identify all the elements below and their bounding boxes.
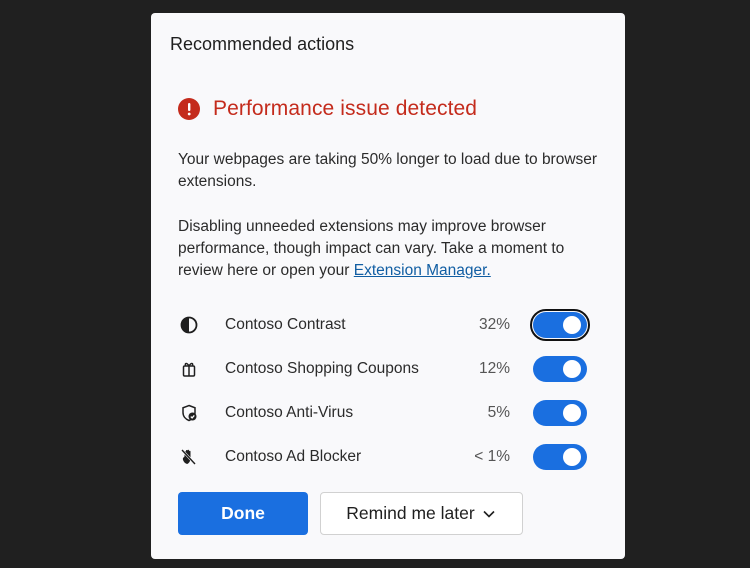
extension-impact: 32% xyxy=(478,316,510,333)
extension-toggle[interactable] xyxy=(533,356,587,382)
toggle-knob xyxy=(563,360,581,378)
toggle-knob xyxy=(563,316,581,334)
extension-toggle[interactable] xyxy=(533,400,587,426)
chevron-down-icon xyxy=(481,506,497,522)
extension-manager-link[interactable]: Extension Manager. xyxy=(354,262,491,279)
toggle-knob xyxy=(563,448,581,466)
extension-toggle[interactable] xyxy=(530,309,590,341)
impact-message: Your webpages are taking 50% longer to l… xyxy=(178,151,598,190)
extension-impact: < 1% xyxy=(474,448,510,465)
gift-icon xyxy=(178,358,200,380)
contrast-icon xyxy=(178,314,200,336)
extension-row: Contoso Ad Blocker < 1% xyxy=(178,435,588,479)
extension-row: Contoso Anti-Virus 5% xyxy=(178,391,588,435)
recommended-actions-panel: Recommended actions Performance issue de… xyxy=(151,13,625,559)
extension-row: Contoso Contrast 32% xyxy=(178,303,590,347)
remind-me-later-button[interactable]: Remind me later xyxy=(320,492,523,535)
done-button[interactable]: Done xyxy=(178,492,308,535)
alert-title: Performance issue detected xyxy=(213,97,478,120)
panel-title: Recommended actions xyxy=(170,34,355,54)
recommendation-message: Disabling unneeded extensions may improv… xyxy=(178,216,598,282)
error-icon xyxy=(178,98,200,120)
extension-list: Contoso Contrast 32% Contoso Shopping Co… xyxy=(178,303,590,479)
hand-block-icon xyxy=(178,446,200,468)
extension-impact: 12% xyxy=(478,360,510,377)
remind-me-later-label: Remind me later xyxy=(346,503,475,523)
alert-header: Performance issue detected xyxy=(178,97,477,121)
extension-toggle[interactable] xyxy=(533,444,587,470)
toggle-knob xyxy=(563,404,581,422)
shield-check-icon xyxy=(178,402,200,424)
screen: Recommended actions Performance issue de… xyxy=(0,0,750,568)
extension-impact: 5% xyxy=(487,404,510,421)
extension-row: Contoso Shopping Coupons 12% xyxy=(178,347,588,391)
